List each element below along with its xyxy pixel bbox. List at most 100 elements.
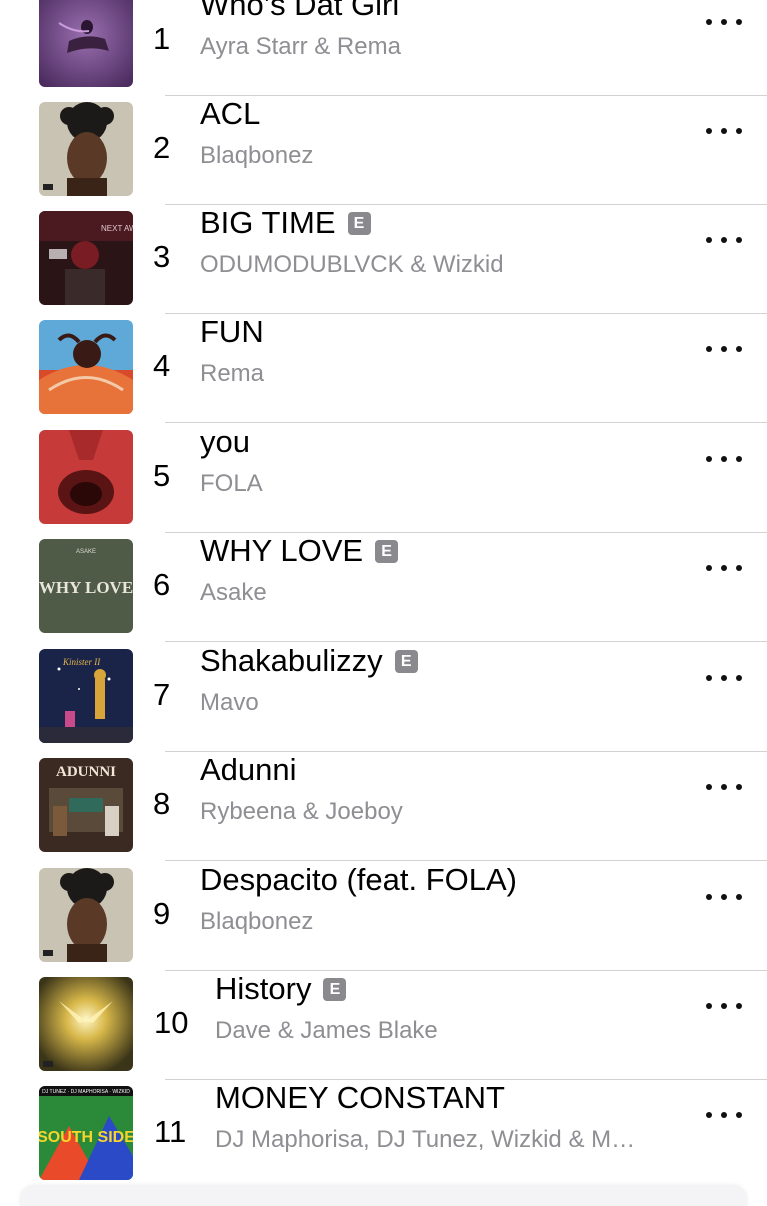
explicit-badge: E <box>347 211 371 235</box>
album-artwork: NEXT AWARE <box>39 211 133 305</box>
rank-number: 11 <box>154 1114 187 1149</box>
song-title: History <box>215 971 312 1006</box>
album-artwork: Kinister II <box>39 649 133 743</box>
song-title: Shakabulizzy <box>200 643 383 678</box>
album-artwork <box>39 102 133 196</box>
artist-name: Rema <box>200 360 265 387</box>
album-artwork <box>39 868 133 962</box>
artist-name: Mavo <box>200 689 259 716</box>
dot-icon <box>706 1112 712 1118</box>
artist-name: FOLA <box>200 470 263 497</box>
song-row[interactable]: 5 you FOLA <box>0 424 767 533</box>
album-artwork <box>39 430 133 524</box>
artwork-text: SOUTH SIDE <box>39 1129 133 1146</box>
dot-icon <box>736 565 742 571</box>
song-title: Adunni <box>200 752 297 787</box>
dot-icon <box>706 1003 712 1009</box>
dot-icon <box>736 675 742 681</box>
rank-number: 1 <box>153 21 171 56</box>
dot-icon <box>721 894 727 900</box>
rank-number: 9 <box>153 896 171 931</box>
dot-icon <box>706 784 712 790</box>
dot-icon <box>706 456 712 462</box>
more-options-button[interactable] <box>706 344 742 354</box>
dot-icon <box>736 1112 742 1118</box>
dot-icon <box>706 128 712 134</box>
dot-icon <box>706 346 712 352</box>
dot-icon <box>721 1112 727 1118</box>
rank-number: 7 <box>153 677 171 712</box>
album-artwork <box>39 977 133 1071</box>
album-artwork <box>39 320 133 414</box>
more-options-button[interactable] <box>706 454 742 464</box>
artist-name: Asake <box>200 579 267 606</box>
more-options-button[interactable] <box>706 1001 742 1011</box>
artwork-text: NEXT AWARE <box>101 224 133 233</box>
more-options-button[interactable] <box>706 782 742 792</box>
artwork-text: ADUNNI <box>56 764 116 780</box>
dot-icon <box>721 784 727 790</box>
more-options-button[interactable] <box>706 235 742 245</box>
rank-number: 4 <box>153 348 171 383</box>
artwork-text: DJ TUNEZ · DJ MAPHORISA · WIZKID <box>42 1089 130 1095</box>
song-row[interactable]: 10 History E Dave & James Blake <box>0 971 767 1080</box>
dot-icon <box>721 1003 727 1009</box>
song-title: FUN <box>200 314 264 349</box>
explicit-badge: E <box>323 977 347 1001</box>
song-title: you <box>200 424 250 459</box>
rank-number: 10 <box>154 1005 189 1040</box>
dot-icon <box>736 1003 742 1009</box>
more-options-button[interactable] <box>706 1110 742 1120</box>
song-row[interactable]: DJ TUNEZ · DJ MAPHORISA · WIZKID SOUTH S… <box>0 1080 767 1189</box>
song-row[interactable]: Kinister II 7 Shakabulizzy E Mavo <box>0 643 767 752</box>
dot-icon <box>736 19 742 25</box>
dot-icon <box>706 237 712 243</box>
song-title: BIG TIME <box>200 205 336 240</box>
dot-icon <box>736 128 742 134</box>
song-row[interactable]: ASAKE WHY LOVE 6 WHY LOVE E Asake <box>0 533 767 642</box>
song-row[interactable]: 2 ACL Blaqbonez <box>0 96 767 205</box>
dot-icon <box>736 784 742 790</box>
explicit-badge: E <box>375 539 399 563</box>
artwork-text: WHY LOVE <box>39 578 133 597</box>
song-row[interactable]: 9 Despacito (feat. FOLA) Blaqbonez <box>0 862 767 971</box>
song-title: ACL <box>200 96 261 131</box>
dot-icon <box>706 19 712 25</box>
song-row[interactable]: ADUNNI 8 Adunni Rybeena & Joeboy <box>0 752 767 861</box>
artist-name: Dave & James Blake <box>215 1017 438 1044</box>
more-options-button[interactable] <box>706 126 742 136</box>
dot-icon <box>721 346 727 352</box>
album-artwork <box>39 0 133 87</box>
song-row[interactable]: 1 Who’s Dat Girl Ayra Starr & Rema <box>0 0 767 96</box>
rank-number: 5 <box>153 458 171 493</box>
dot-icon <box>721 19 727 25</box>
more-options-button[interactable] <box>706 17 742 27</box>
artist-name: ODUMODUBLVCK & Wizkid <box>200 251 504 278</box>
song-title: Despacito (feat. FOLA) <box>200 862 518 897</box>
artist-name: Blaqbonez <box>200 908 314 935</box>
song-title: WHY LOVE <box>200 533 364 568</box>
artwork-text: ASAKE <box>76 549 96 555</box>
dot-icon <box>706 565 712 571</box>
dot-icon <box>706 675 712 681</box>
dot-icon <box>721 675 727 681</box>
rank-number: 6 <box>153 567 171 602</box>
dot-icon <box>736 346 742 352</box>
song-title: Who’s Dat Girl <box>200 0 400 22</box>
artist-name: Ayra Starr & Rema <box>200 33 401 60</box>
dot-icon <box>721 565 727 571</box>
more-options-button[interactable] <box>706 892 742 902</box>
rank-number: 3 <box>153 239 171 274</box>
dot-icon <box>721 456 727 462</box>
explicit-badge: E <box>394 649 418 673</box>
artist-name: Blaqbonez <box>200 142 314 169</box>
song-row[interactable]: NEXT AWARE 3 BIG TIME E ODUMODUBLVCK & W… <box>0 205 767 314</box>
artist-name: DJ Maphorisa, DJ Tunez, Wizkid & M… <box>215 1126 636 1153</box>
dot-icon <box>706 894 712 900</box>
more-options-button[interactable] <box>706 673 742 683</box>
row-divider <box>165 422 767 423</box>
song-row[interactable]: 4 FUN Rema <box>0 314 767 423</box>
more-options-button[interactable] <box>706 563 742 573</box>
dot-icon <box>736 894 742 900</box>
dot-icon <box>736 237 742 243</box>
